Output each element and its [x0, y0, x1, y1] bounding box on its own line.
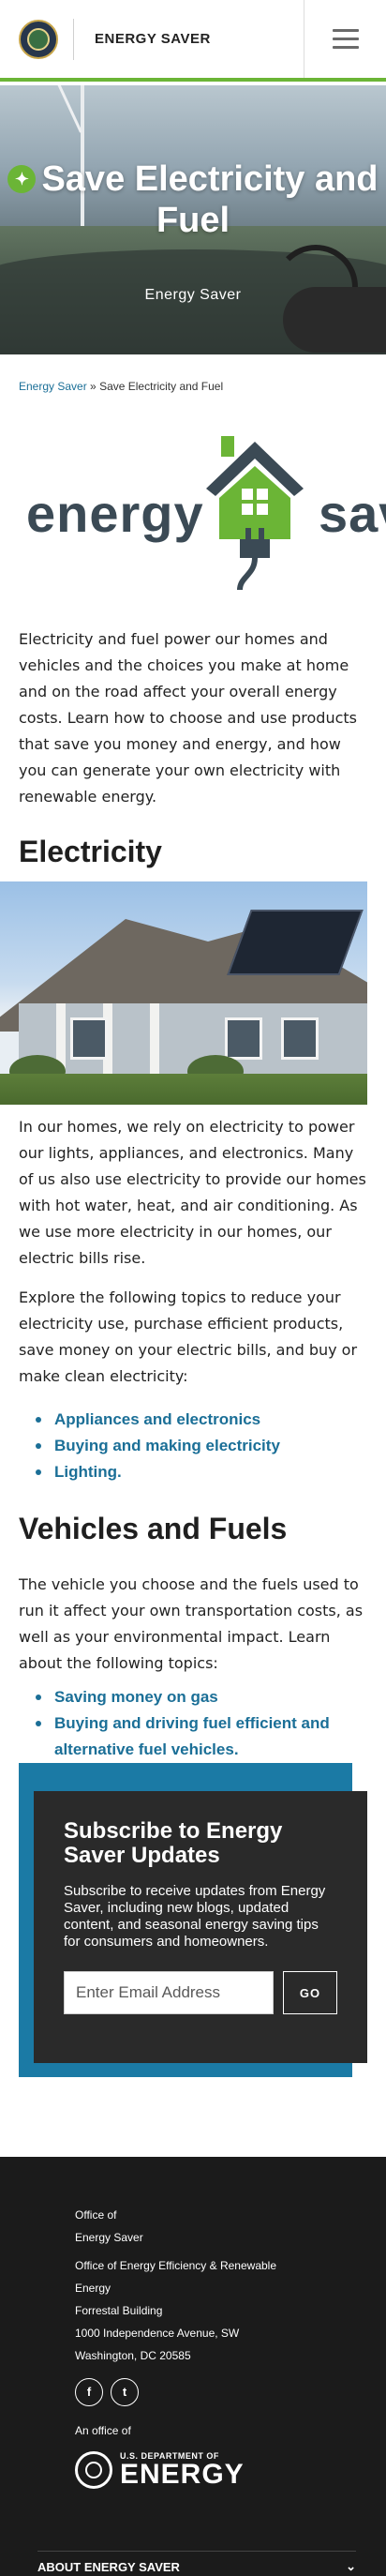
doe-seal-logo[interactable]	[19, 19, 58, 59]
hero-subtitle: Energy Saver	[144, 287, 242, 303]
link-lighting[interactable]: Lighting.	[36, 1459, 367, 1485]
footer-office-line-2[interactable]: Energy Saver	[75, 2226, 356, 2249]
lightbulb-icon: ✦	[7, 165, 37, 193]
footer-street: 1000 Independence Avenue, SW	[75, 2327, 240, 2340]
intro-paragraph: Electricity and fuel power our homes and…	[19, 630, 358, 806]
brand-name[interactable]: ENERGY SAVER	[95, 31, 211, 47]
breadcrumb: Energy Saver » Save Electricity and Fuel	[19, 380, 223, 393]
footer-eere-line-1[interactable]: Office of Energy Efficiency & Renewable	[75, 2254, 356, 2277]
doe-logo[interactable]: U.S. DEPARTMENT OF ENERGY	[75, 2451, 356, 2489]
breadcrumb-separator: »	[90, 380, 96, 393]
footer-eere-line-2[interactable]: Energy	[75, 2277, 356, 2299]
page-title: ✦ Save Electricity and Fuel	[0, 158, 386, 241]
electricity-topic-list: Appliances and electronics Buying and ma…	[36, 1407, 367, 1485]
vehicles-paragraph: The vehicle you choose and the fuels use…	[19, 1575, 364, 1672]
hero-banner: ✦ Save Electricity and Fuel Energy Saver	[0, 85, 386, 354]
about-energy-saver-toggle[interactable]: ABOUT ENERGY SAVER ⌄	[37, 2551, 356, 2574]
link-buying-making-electricity[interactable]: Buying and making electricity	[36, 1433, 367, 1459]
twitter-icon[interactable]: t	[111, 2378, 139, 2406]
subscribe-description: Subscribe to receive updates from Energy…	[64, 1883, 326, 1950]
breadcrumb-current: Save Electricity and Fuel	[99, 380, 224, 393]
subscribe-form: GO	[64, 1971, 337, 2014]
footer-office-line-1: Office of	[75, 2208, 117, 2222]
chevron-down-icon: ⌄	[346, 2559, 356, 2573]
electricity-paragraph-2: Explore the following topics to reduce y…	[19, 1288, 358, 1385]
breadcrumb-home-link[interactable]: Energy Saver	[19, 380, 87, 393]
about-label: ABOUT ENERGY SAVER	[37, 2559, 180, 2574]
site-header: ENERGY SAVER	[0, 0, 386, 82]
house-solar-image	[0, 881, 367, 1105]
link-saving-money-gas[interactable]: Saving money on gas	[36, 1684, 367, 1710]
footer-building: Forrestal Building	[75, 2304, 163, 2317]
subscribe-card: Subscribe to Energy Saver Updates Subscr…	[34, 1791, 367, 2063]
link-fuel-efficient-vehicles[interactable]: Buying and driving fuel efficient and al…	[36, 1710, 367, 1763]
link-appliances-electronics[interactable]: Appliances and electronics	[36, 1407, 367, 1433]
doe-seal-icon	[75, 2451, 112, 2489]
hamburger-menu-icon[interactable]	[304, 0, 386, 78]
house-plug-icon	[206, 436, 304, 591]
subscribe-title: Subscribe to Energy Saver Updates	[64, 1818, 283, 1868]
energy-saver-logo: energy saver	[26, 434, 386, 603]
site-footer: Office of Energy Saver Office of Energy …	[0, 2157, 386, 2576]
electricity-paragraph-1: In our homes, we rely on electricity to …	[19, 1118, 366, 1267]
vehicles-topic-list: Saving money on gas Buying and driving f…	[36, 1684, 367, 1763]
footer-city: Washington, DC 20585	[75, 2349, 191, 2362]
email-input[interactable]	[64, 1971, 274, 2014]
go-button[interactable]: GO	[283, 1971, 337, 2014]
vehicles-heading: Vehicles and Fuels	[19, 1512, 288, 1545]
social-links: f t	[75, 2378, 356, 2406]
facebook-icon[interactable]: f	[75, 2378, 103, 2406]
page: ENERGY SAVER ✦ Save Electricity and Fuel …	[0, 0, 386, 2576]
electricity-heading: Electricity	[19, 835, 162, 868]
footer-office-of: An office of	[75, 2424, 131, 2437]
logo-word-saver: saver	[319, 484, 386, 543]
brand-divider	[73, 18, 74, 60]
logo-word-energy: energy	[26, 484, 204, 543]
solar-panel-image	[227, 910, 364, 975]
doe-logo-big-text: ENERGY	[120, 2459, 245, 2490]
